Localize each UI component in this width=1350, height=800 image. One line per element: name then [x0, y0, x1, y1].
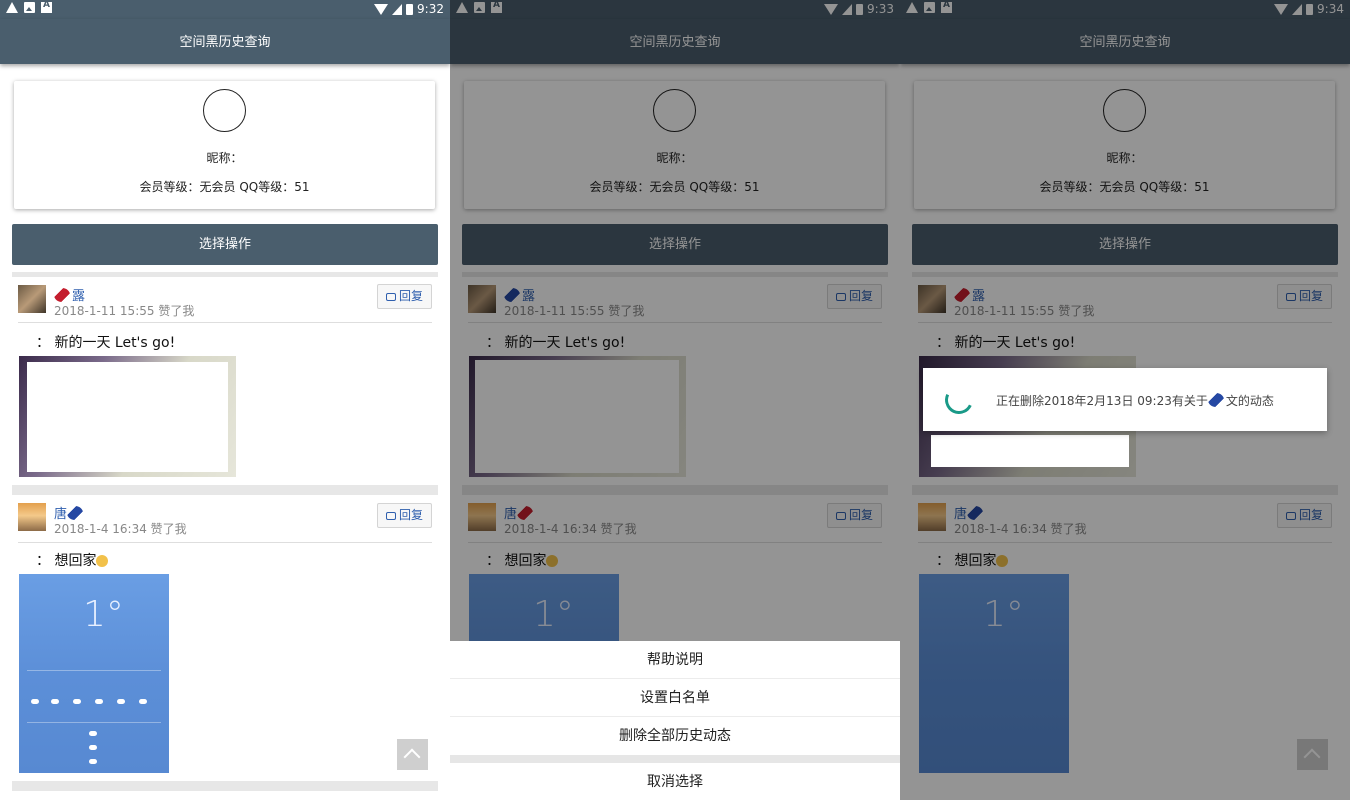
weather-cloud-icon: [139, 699, 147, 704]
battery-icon: [406, 3, 414, 15]
image-placeholder: [931, 435, 1129, 467]
post-meta: 2018-1-11 15:55 赞了我: [54, 304, 195, 318]
warning-icon: [6, 2, 18, 13]
weather-cloud-icon: [31, 699, 39, 704]
menu-item-help[interactable]: 帮助说明: [450, 641, 900, 679]
user-avatar[interactable]: [18, 285, 46, 313]
user-avatar[interactable]: [18, 503, 46, 531]
notification-icons: [6, 0, 52, 13]
weather-cloud-icon: [117, 699, 125, 704]
wifi-icon: [374, 3, 389, 15]
divider: [27, 670, 161, 671]
scroll-to-top-button[interactable]: [397, 739, 428, 770]
status-bar: 9:32: [0, 0, 450, 19]
vip-badge-icon: [67, 506, 84, 520]
status-time: 9:32: [417, 2, 444, 16]
weather-cloud-icon: [89, 745, 97, 750]
screen-3: 9:34 空间黑历史查询 昵称： 会员等级：无会员 QQ等级：51 选择操作 露…: [900, 0, 1350, 800]
progress-dialog: 正在删除2018年2月13日 09:23有关于 文的动态: [923, 368, 1327, 431]
divider: [18, 322, 432, 323]
screen-1: 9:32 空间黑历史查询 昵称： 会员等级：无会员 QQ等级：51 选择操作 露…: [0, 0, 450, 800]
image-icon: [24, 2, 35, 13]
avatar[interactable]: [203, 89, 246, 132]
post-content: ： 新的一天 Let's go!: [36, 335, 176, 351]
cancel-button[interactable]: 取消选择: [450, 763, 900, 800]
comment-icon: [385, 512, 396, 520]
app-notification-icon: [41, 0, 52, 13]
weather-cloud-icon: [51, 699, 59, 704]
weather-cloud-icon: [95, 699, 103, 704]
reply-button[interactable]: 回复: [377, 284, 432, 309]
vip-badge-icon: [1207, 393, 1224, 407]
screen-2: 9:33 空间黑历史查询 昵称： 会员等级：无会员 QQ等级：51 选择操作 露…: [450, 0, 900, 800]
divider: [12, 781, 438, 791]
progress-message: 正在删除2018年2月13日 09:23有关于 文的动态: [996, 393, 1274, 408]
post-content: ： 想回家: [36, 550, 109, 570]
comment-icon: [385, 293, 396, 301]
post-meta: 2018-1-4 16:34 赞了我: [54, 522, 187, 536]
list-item: 唐 2018-1-4 16:34 赞了我 回复 ： 想回家 1°: [12, 495, 438, 781]
system-icons: 9:32: [374, 2, 444, 16]
nickname-label: 昵称：: [206, 151, 243, 165]
post-image[interactable]: [19, 356, 236, 477]
signal-icon: [392, 3, 403, 15]
menu-item-whitelist[interactable]: 设置白名单: [450, 679, 900, 717]
reply-button[interactable]: 回复: [377, 503, 432, 528]
member-level-text: 会员等级：无会员 QQ等级：51: [139, 180, 310, 194]
action-sheet: 帮助说明 设置白名单 删除全部历史动态 取消选择: [450, 641, 900, 800]
vip-badge-icon: [54, 288, 70, 302]
weather-cloud-icon: [73, 699, 81, 704]
profile-card: 昵称： 会员等级：无会员 QQ等级：51: [14, 81, 435, 209]
image-placeholder: [27, 362, 228, 472]
weather-cloud-icon: [89, 731, 97, 736]
divider: [450, 755, 900, 763]
select-action-button[interactable]: 选择操作: [12, 224, 438, 265]
weather-temperature: 1°: [83, 594, 124, 635]
menu-item-delete-all[interactable]: 删除全部历史动态: [450, 717, 900, 755]
weather-cloud-icon: [89, 759, 97, 764]
list-item: 露 2018-1-11 15:55 赞了我 回复 ： 新的一天 Let's go…: [12, 277, 438, 485]
emoji-icon: [96, 555, 109, 567]
page-title: 空间黑历史查询: [0, 19, 450, 64]
divider: [27, 722, 161, 723]
divider: [12, 485, 438, 495]
divider: [18, 542, 432, 543]
post-image[interactable]: 1°: [19, 574, 169, 773]
loading-spinner-icon: [941, 382, 977, 418]
